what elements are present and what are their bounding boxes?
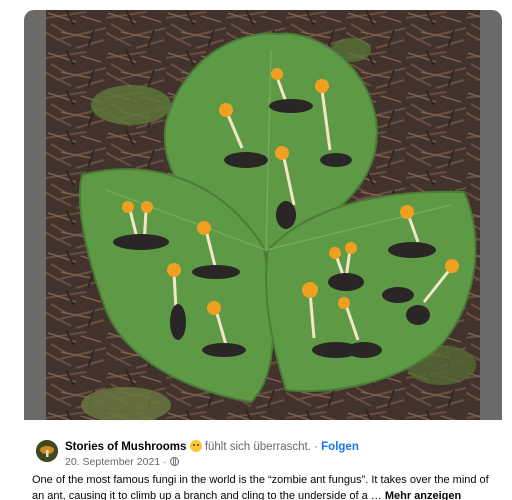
date-separator: · (160, 456, 170, 468)
post-card: Stories of Mushrooms fühlt sich überrasc… (24, 10, 502, 500)
surprised-emoji-icon (189, 440, 202, 452)
follow-button[interactable]: Folgen (321, 441, 359, 453)
moss-patch (91, 85, 171, 125)
feeling-text: fühlt sich überrascht. (204, 441, 311, 453)
separator-dot: · (310, 441, 322, 453)
post-info: Stories of Mushrooms fühlt sich überrasc… (24, 420, 502, 500)
post-photo-frame[interactable] (24, 10, 502, 420)
mushroom-avatar-icon (36, 440, 58, 462)
see-more-link[interactable]: Mehr anzeigen (385, 490, 461, 500)
globe-icon[interactable] (169, 457, 179, 466)
post-date[interactable]: 20. September 2021 (65, 456, 160, 468)
page-name-link[interactable]: Stories of Mushrooms (65, 441, 186, 453)
post-photo[interactable] (46, 10, 480, 420)
post-text: One of the most famous fungi in the worl… (32, 472, 498, 500)
post-header: Stories of Mushrooms fühlt sich überrasc… (65, 440, 359, 453)
post-meta: 20. September 2021 · (65, 456, 179, 468)
page-avatar[interactable] (36, 440, 58, 462)
